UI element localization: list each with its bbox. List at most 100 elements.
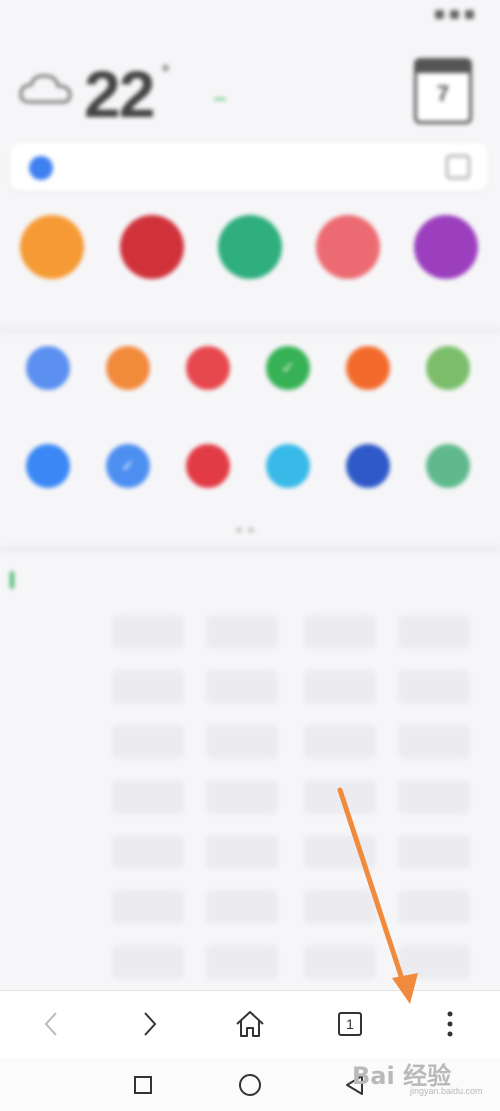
- site-link[interactable]: [206, 890, 278, 924]
- site-link[interactable]: [398, 890, 470, 924]
- status-indicators: [435, 10, 480, 19]
- app-icon: [20, 215, 84, 279]
- site-row: [0, 615, 500, 657]
- back-button[interactable]: [26, 1001, 76, 1047]
- shortcut-app[interactable]: [168, 346, 248, 397]
- shortcut-app[interactable]: [248, 444, 328, 495]
- menu-button[interactable]: [425, 1001, 475, 1047]
- site-link[interactable]: [206, 670, 278, 704]
- featured-app[interactable]: [303, 215, 393, 287]
- shortcut-app[interactable]: [408, 346, 488, 397]
- shortcut-app[interactable]: [168, 444, 248, 495]
- forward-button[interactable]: [125, 1001, 175, 1047]
- wifi-icon: [435, 10, 444, 19]
- search-bar[interactable]: [10, 143, 488, 191]
- site-row: [0, 780, 500, 822]
- recents-button[interactable]: [128, 1070, 158, 1100]
- app-icon: [346, 444, 390, 488]
- site-row: [0, 835, 500, 877]
- site-category[interactable]: [20, 725, 82, 759]
- battery-icon: [465, 10, 474, 19]
- site-link[interactable]: [112, 890, 184, 924]
- site-link[interactable]: [206, 945, 278, 979]
- site-link[interactable]: [206, 615, 278, 649]
- app-icon: [414, 215, 478, 279]
- site-link[interactable]: [112, 945, 184, 979]
- site-link[interactable]: [304, 615, 376, 649]
- shortcut-app[interactable]: [408, 444, 488, 495]
- calendar-day: 7: [436, 81, 450, 106]
- home-icon: [236, 1011, 264, 1037]
- site-link[interactable]: [112, 670, 184, 704]
- site-category[interactable]: [20, 670, 82, 704]
- site-link[interactable]: [398, 945, 470, 979]
- game-controller-icon: [218, 215, 282, 279]
- site-link[interactable]: [398, 725, 470, 759]
- site-link[interactable]: [398, 835, 470, 869]
- shortcut-app[interactable]: [8, 346, 88, 397]
- site-directory-header: [10, 571, 24, 589]
- app-icon: [426, 346, 470, 390]
- shortcut-app[interactable]: [88, 346, 168, 397]
- system-home-button[interactable]: [235, 1070, 265, 1100]
- browser-home-page: 22 ° 7 ✓ ✓: [0, 0, 500, 990]
- site-link[interactable]: [304, 780, 376, 814]
- site-directory: [0, 563, 500, 983]
- site-category[interactable]: [20, 890, 82, 924]
- signal-icon: [450, 10, 459, 19]
- app-icon: [120, 215, 184, 279]
- featured-app[interactable]: [205, 215, 295, 287]
- site-link[interactable]: [304, 945, 376, 979]
- site-category[interactable]: [20, 780, 82, 814]
- site-row: [0, 725, 500, 767]
- site-link[interactable]: [112, 835, 184, 869]
- shortcut-app[interactable]: ✓: [248, 346, 328, 397]
- site-link[interactable]: [398, 615, 470, 649]
- site-row: [0, 890, 500, 932]
- calendar-icon[interactable]: 7: [414, 58, 472, 124]
- square-icon: [134, 1076, 152, 1094]
- app-icon: [26, 444, 70, 488]
- tabs-button[interactable]: 1: [325, 1001, 375, 1047]
- shortcut-app[interactable]: ✓: [88, 444, 168, 495]
- site-link[interactable]: [304, 890, 376, 924]
- site-link[interactable]: [304, 835, 376, 869]
- site-category[interactable]: [20, 945, 82, 979]
- site-link[interactable]: [206, 780, 278, 814]
- heading-accent: [10, 571, 14, 589]
- weather-widget[interactable]: 22 ° 7: [0, 40, 500, 135]
- featured-app[interactable]: [401, 215, 491, 287]
- site-category[interactable]: [20, 835, 82, 869]
- scan-icon[interactable]: [446, 155, 470, 179]
- weather-range-row: [208, 98, 226, 100]
- browser-toolbar: 1: [0, 990, 500, 1059]
- shortcut-app[interactable]: [328, 444, 408, 495]
- home-button[interactable]: [225, 1001, 275, 1047]
- featured-app[interactable]: [107, 215, 197, 287]
- tab-count: 1: [338, 1012, 362, 1036]
- shortcut-app[interactable]: [328, 346, 408, 397]
- app-icon: [186, 444, 230, 488]
- featured-app[interactable]: [7, 215, 97, 287]
- site-link[interactable]: [304, 670, 376, 704]
- site-link[interactable]: [112, 615, 184, 649]
- temperature: 22: [84, 57, 155, 131]
- site-link[interactable]: [206, 725, 278, 759]
- site-link[interactable]: [398, 780, 470, 814]
- app-icon: [316, 215, 380, 279]
- check-icon: ✓: [266, 346, 310, 390]
- shortcut-app[interactable]: [8, 444, 88, 495]
- site-link[interactable]: [206, 835, 278, 869]
- site-category[interactable]: [20, 615, 82, 649]
- site-link[interactable]: [112, 725, 184, 759]
- app-icon: [106, 346, 150, 390]
- app-icon: [186, 346, 230, 390]
- site-link[interactable]: [112, 780, 184, 814]
- section-divider: [0, 326, 500, 334]
- app-icon: [26, 346, 70, 390]
- site-link[interactable]: [398, 670, 470, 704]
- site-link[interactable]: [304, 725, 376, 759]
- app-icon: [426, 444, 470, 488]
- cloud-icon: [19, 74, 72, 104]
- aqi-badge: [214, 98, 226, 100]
